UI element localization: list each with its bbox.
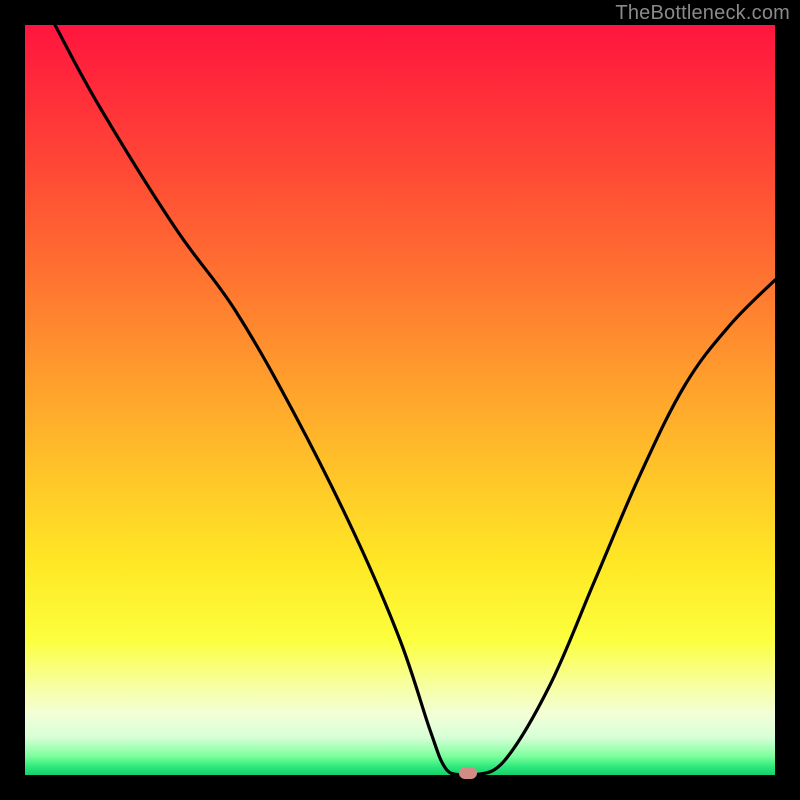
minimum-marker	[459, 767, 477, 779]
plot-area	[25, 25, 775, 775]
chart-container: TheBottleneck.com	[0, 0, 800, 800]
watermark-text: TheBottleneck.com	[615, 2, 790, 25]
line-layer	[25, 25, 775, 775]
bottleneck-curve	[55, 25, 775, 775]
